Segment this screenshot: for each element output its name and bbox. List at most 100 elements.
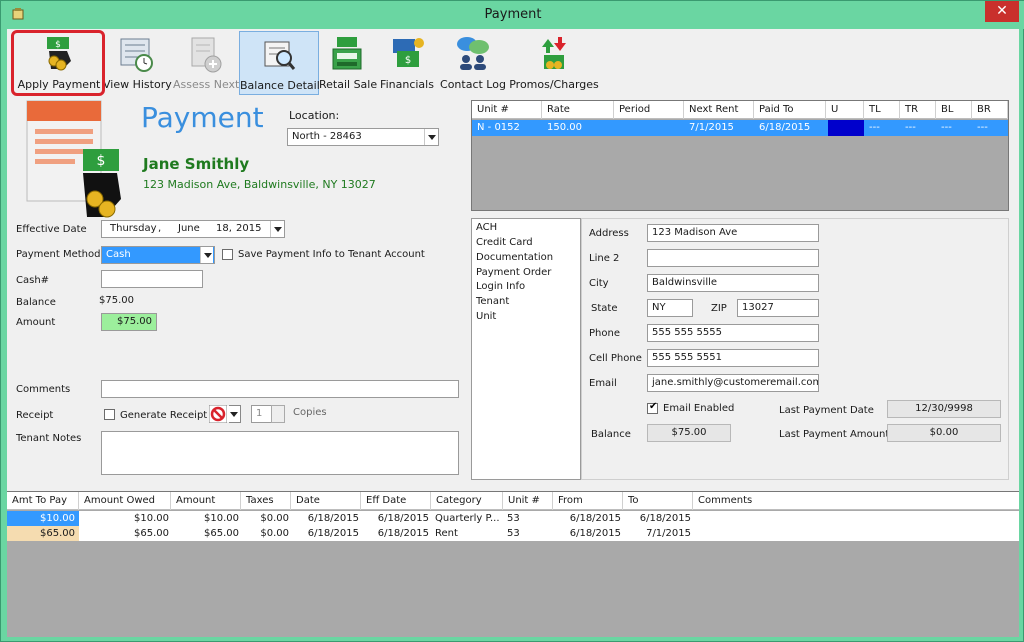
- window-frame: Payment ✕ $ Apply Payment View History A…: [0, 0, 1024, 642]
- charges-cell-unit: 53: [507, 513, 520, 524]
- location-value: North - 28463: [292, 131, 362, 142]
- receipt-money-icon: $: [26, 100, 121, 218]
- tenant-notes-textarea[interactable]: [101, 431, 459, 475]
- balance-value: $75.00: [99, 295, 134, 306]
- charges-grid[interactable]: Amt To Pay Amount Owed Amount Taxes Date…: [7, 491, 1019, 637]
- charges-cell-amount-owed: $65.00: [134, 528, 169, 539]
- financials-button[interactable]: $ Financials: [379, 31, 435, 95]
- payment-method-value: Cash: [106, 249, 131, 260]
- tenant-tabs-list: ACH Credit Card Documentation Payment Or…: [471, 218, 581, 480]
- state-input[interactable]: NY: [647, 299, 693, 317]
- tenant-tab[interactable]: Payment Order: [476, 267, 551, 278]
- charges-col-header[interactable]: Unit #: [503, 492, 553, 510]
- balance-detail-label: Balance Detail: [240, 79, 320, 92]
- units-col-header[interactable]: Paid To: [754, 101, 826, 119]
- contact-log-label: Contact Log: [440, 78, 506, 91]
- cell-phone-input[interactable]: 555 555 5551: [647, 349, 819, 367]
- charges-col-header[interactable]: To: [623, 492, 693, 510]
- comments-input[interactable]: [101, 380, 459, 398]
- units-col-header[interactable]: TL: [864, 101, 900, 119]
- tenant-tab[interactable]: Documentation: [476, 252, 553, 263]
- charges-cell-eff-date: 6/18/2015: [377, 528, 429, 539]
- charges-col-header[interactable]: Amount: [171, 492, 241, 510]
- chevron-down-icon: [200, 247, 213, 263]
- charges-cell-amt-to-pay[interactable]: $65.00: [7, 526, 79, 541]
- email-enabled-label: Email Enabled: [663, 403, 735, 414]
- charges-col-header[interactable]: Category: [431, 492, 503, 510]
- location-label: Location:: [289, 109, 340, 122]
- charges-col-header[interactable]: Comments: [693, 492, 1019, 510]
- email-enabled-checkbox[interactable]: [647, 401, 658, 414]
- balance-detail-button[interactable]: Balance Detail: [239, 31, 320, 95]
- units-row[interactable]: N - 0152 150.00 7/1/2015 6/18/2015 --- -…: [472, 120, 1008, 136]
- copies-input[interactable]: 1: [251, 405, 273, 423]
- generate-receipt-checkbox[interactable]: [104, 409, 115, 420]
- no-print-icon[interactable]: [209, 405, 227, 423]
- line2-input[interactable]: [647, 249, 819, 267]
- cash-no-label: Cash#: [16, 275, 50, 286]
- charges-cell-date: 6/18/2015: [307, 513, 359, 524]
- units-col-header[interactable]: BR: [972, 101, 1008, 119]
- tenant-tab[interactable]: Credit Card: [476, 237, 533, 248]
- comments-label: Comments: [16, 384, 71, 395]
- units-col-header[interactable]: Rate: [542, 101, 614, 119]
- last-payment-amount-label: Last Payment Amount: [779, 429, 890, 440]
- units-col-header[interactable]: BL: [936, 101, 972, 119]
- units-col-header[interactable]: Period: [614, 101, 684, 119]
- effective-date-picker[interactable]: Thursday , June 18, 2015: [101, 220, 285, 238]
- charges-cell-amount: $10.00: [204, 513, 239, 524]
- units-grid[interactable]: Unit # Rate Period Next Rent Paid To U T…: [471, 100, 1009, 211]
- amount-input[interactable]: $75.00: [101, 313, 157, 331]
- chevron-down-icon: [270, 221, 283, 237]
- charges-cell-to: 6/18/2015: [639, 513, 691, 524]
- units-col-header[interactable]: Next Rent: [684, 101, 754, 119]
- copies-spinner[interactable]: [271, 405, 285, 423]
- toolbar: $ Apply Payment View History Assess Next…: [7, 29, 1019, 97]
- units-cell-br: ---: [977, 122, 988, 133]
- charges-row[interactable]: $10.00 $10.00 $10.00 $0.00 6/18/2015 6/1…: [7, 511, 1019, 526]
- save-payment-label: Save Payment Info to Tenant Account: [238, 249, 425, 260]
- highlight-box: [11, 30, 105, 96]
- city-input[interactable]: Baldwinsville: [647, 274, 819, 292]
- charges-cell-amt-to-pay[interactable]: $10.00: [7, 511, 79, 526]
- title-bar[interactable]: Payment ✕: [1, 1, 1024, 29]
- contact-log-button[interactable]: Contact Log: [439, 31, 507, 95]
- phone-input[interactable]: 555 555 5555: [647, 324, 819, 342]
- save-payment-checkbox[interactable]: [222, 249, 233, 260]
- units-col-header[interactable]: U: [826, 101, 864, 119]
- city-label: City: [589, 278, 609, 289]
- view-history-label: View History: [103, 78, 172, 91]
- last-payment-date-label: Last Payment Date: [779, 405, 874, 416]
- date-sep: ,: [158, 223, 162, 234]
- tenant-tab[interactable]: ACH: [476, 222, 497, 233]
- view-history-button[interactable]: View History: [103, 31, 172, 95]
- charges-col-header[interactable]: Taxes: [241, 492, 291, 510]
- receipt-dropdown[interactable]: [227, 405, 241, 423]
- cash-no-input[interactable]: [101, 270, 203, 288]
- units-col-header[interactable]: Unit #: [472, 101, 542, 119]
- charges-col-header[interactable]: Eff Date: [361, 492, 431, 510]
- units-cell-bl: ---: [941, 122, 952, 133]
- charges-col-header[interactable]: Amount Owed: [79, 492, 171, 510]
- zip-input[interactable]: 13027: [737, 299, 819, 317]
- charges-col-header[interactable]: Date: [291, 492, 361, 510]
- retail-sale-button[interactable]: Retail Sale: [319, 31, 377, 95]
- balance-label: Balance: [16, 297, 56, 308]
- payment-method-select[interactable]: Cash: [101, 246, 215, 264]
- assess-next-button[interactable]: Assess Next: [173, 31, 239, 95]
- charges-col-header[interactable]: From: [553, 492, 623, 510]
- tenant-tab[interactable]: Unit: [476, 311, 496, 322]
- close-button[interactable]: ✕: [985, 1, 1019, 22]
- promos-charges-button[interactable]: Promos/Charges: [509, 31, 599, 95]
- date-dd: 18,: [216, 223, 232, 234]
- charges-col-header[interactable]: Amt To Pay: [7, 492, 79, 510]
- charges-cell-taxes: $0.00: [260, 528, 289, 539]
- tenant-tab[interactable]: Login Info: [476, 281, 525, 292]
- tenant-tab-selected[interactable]: Tenant: [476, 296, 509, 307]
- units-col-header[interactable]: TR: [900, 101, 936, 119]
- email-input[interactable]: jane.smithly@customeremail.com: [647, 374, 819, 392]
- address-input[interactable]: 123 Madison Ave: [647, 224, 819, 242]
- charges-row[interactable]: $65.00 $65.00 $65.00 $0.00 6/18/2015 6/1…: [7, 526, 1019, 541]
- last-payment-date-value: 12/30/9998: [887, 400, 1001, 418]
- location-select[interactable]: North - 28463: [287, 128, 439, 146]
